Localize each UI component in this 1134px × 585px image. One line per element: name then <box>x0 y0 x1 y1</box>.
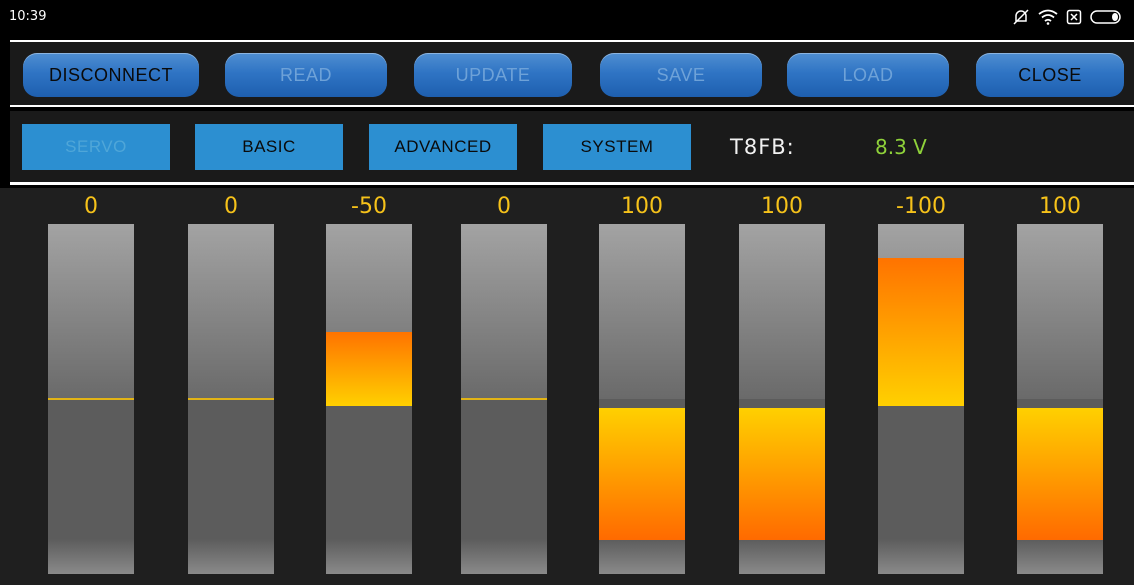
status-time: 10:39 <box>9 9 47 24</box>
slider-fill <box>739 408 825 540</box>
slider-upper-half <box>48 224 134 399</box>
channel-value-4: 0 <box>497 194 511 219</box>
channel-value-6: 100 <box>761 194 803 219</box>
channel-slider-6[interactable] <box>739 224 825 574</box>
update-button[interactable]: UPDATE <box>414 53 572 97</box>
wifi-icon <box>1038 9 1058 25</box>
read-button[interactable]: READ <box>225 53 387 97</box>
slider-upper-half <box>739 224 825 399</box>
slider-center-line <box>188 398 274 400</box>
close-button[interactable]: CLOSE <box>976 53 1124 97</box>
battery-icon <box>1090 9 1124 25</box>
status-icons <box>1012 8 1124 26</box>
slider-fill <box>599 408 685 540</box>
disconnect-button[interactable]: DISCONNECT <box>23 53 199 97</box>
slider-upper-half <box>1017 224 1103 399</box>
save-button[interactable]: SAVE <box>600 53 762 97</box>
channel-slider-7[interactable] <box>878 224 964 574</box>
slider-upper-half <box>599 224 685 399</box>
tab-basic[interactable]: BASIC <box>195 124 343 170</box>
channel-slider-2[interactable] <box>188 224 274 574</box>
channel-slider-1[interactable] <box>48 224 134 574</box>
slider-fill <box>1017 408 1103 540</box>
status-bar: 10:39 <box>0 0 1134 36</box>
tab-bar: SERVO BASIC ADVANCED SYSTEM T8FB: 8.3 V <box>10 111 1134 185</box>
load-button[interactable]: LOAD <box>787 53 949 97</box>
bell-muted-icon <box>1012 8 1030 26</box>
channel-value-3: -50 <box>351 194 387 219</box>
tab-advanced[interactable]: ADVANCED <box>369 124 517 170</box>
channel-slider-5[interactable] <box>599 224 685 574</box>
channel-slider-8[interactable] <box>1017 224 1103 574</box>
slider-upper-half <box>188 224 274 399</box>
slider-center-line <box>461 398 547 400</box>
slider-fill <box>878 258 964 406</box>
sim-x-icon <box>1066 9 1082 25</box>
channel-value-7: -100 <box>896 194 946 219</box>
tab-system[interactable]: SYSTEM <box>543 124 691 170</box>
channel-slider-4[interactable] <box>461 224 547 574</box>
slider-center-line <box>48 398 134 400</box>
tab-servo[interactable]: SERVO <box>22 124 170 170</box>
device-name: T8FB: <box>730 135 795 159</box>
action-toolbar: DISCONNECT READ UPDATE SAVE LOAD CLOSE <box>10 40 1134 107</box>
slider-fill <box>326 332 412 406</box>
channel-value-1: 0 <box>84 194 98 219</box>
channel-value-8: 100 <box>1039 194 1081 219</box>
channel-value-5: 100 <box>621 194 663 219</box>
channel-value-2: 0 <box>224 194 238 219</box>
channel-slider-3[interactable] <box>326 224 412 574</box>
channel-sliders: 0 0 -50 0 100 100 -100 100 <box>0 188 1134 585</box>
slider-upper-half <box>461 224 547 399</box>
voltage-reading: 8.3 V <box>875 135 927 159</box>
